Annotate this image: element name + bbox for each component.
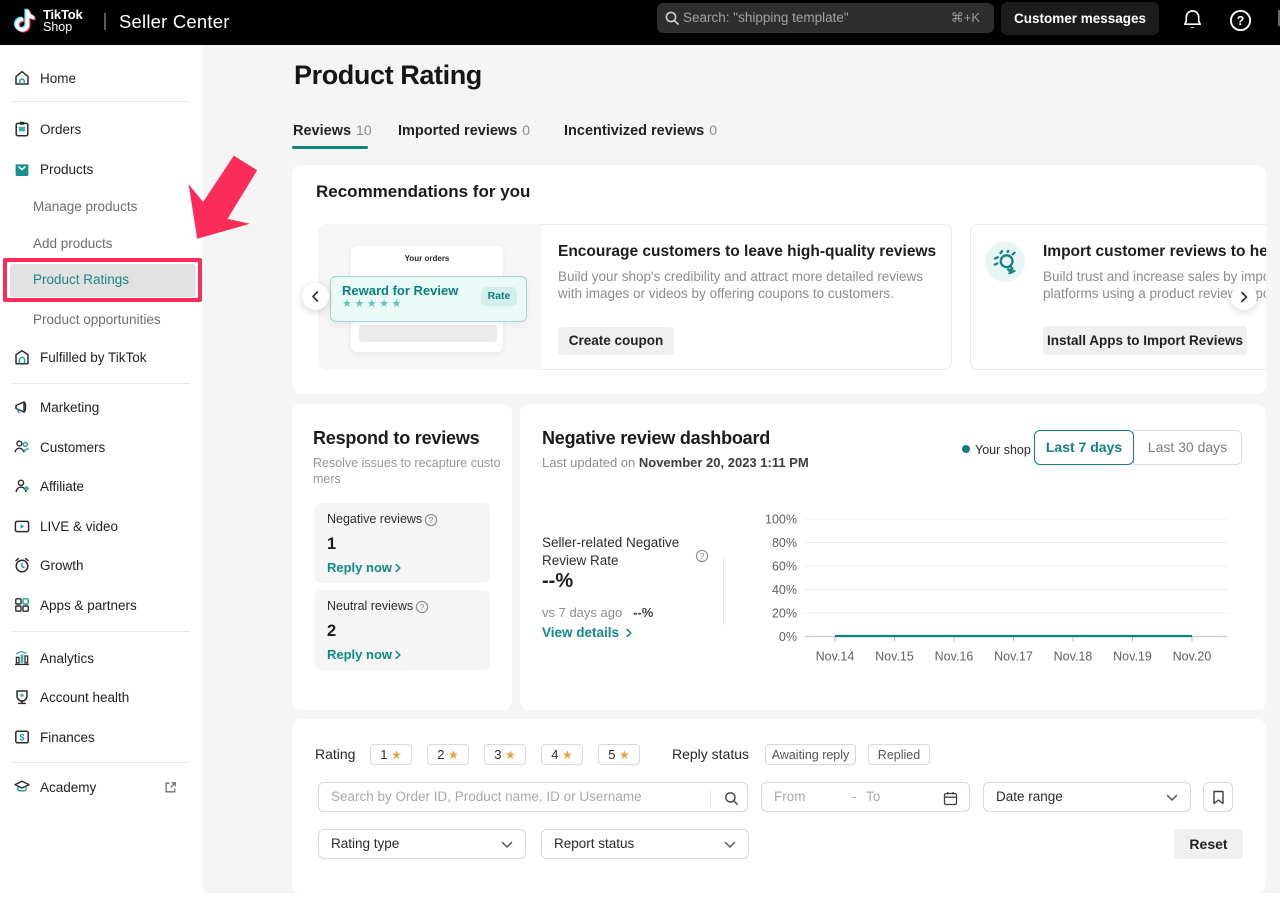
- svg-text:Nov.20: Nov.20: [1173, 650, 1212, 664]
- svg-text:Nov.14: Nov.14: [816, 650, 855, 664]
- svg-text:40%: 40%: [772, 583, 797, 597]
- svg-text:$: $: [19, 732, 24, 742]
- svg-text:0%: 0%: [779, 630, 797, 644]
- svg-text:Nov.16: Nov.16: [935, 650, 974, 664]
- svg-text:?: ?: [700, 551, 705, 561]
- svg-text:80%: 80%: [772, 536, 797, 550]
- svg-text:20%: 20%: [772, 607, 797, 621]
- svg-text:Nov.17: Nov.17: [994, 650, 1033, 664]
- svg-text:100%: 100%: [765, 513, 797, 527]
- svg-text:Nov.19: Nov.19: [1113, 650, 1152, 664]
- svg-text:?: ?: [429, 515, 434, 525]
- svg-text:60%: 60%: [772, 560, 797, 574]
- svg-text:Nov.15: Nov.15: [875, 650, 914, 664]
- svg-text:Nov.18: Nov.18: [1054, 650, 1093, 664]
- svg-text:?: ?: [1237, 14, 1245, 28]
- svg-text:?: ?: [420, 602, 425, 612]
